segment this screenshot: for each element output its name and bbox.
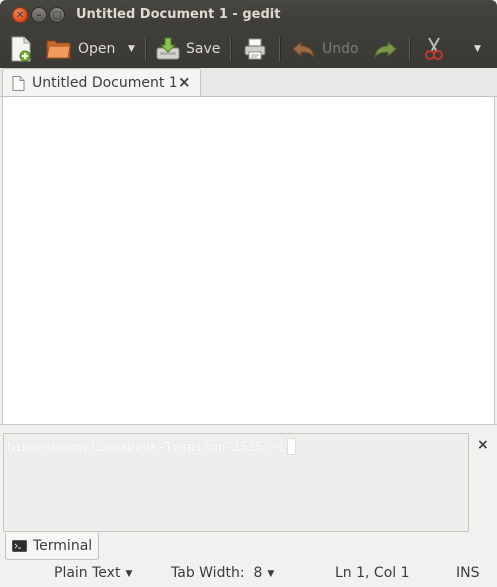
chevron-down-icon: ▼ bbox=[128, 44, 135, 54]
open-recent-dropdown[interactable]: ▼ bbox=[128, 30, 135, 68]
undo-button[interactable]: Undo bbox=[292, 30, 359, 68]
text-editor-area[interactable] bbox=[2, 97, 495, 424]
text-document-icon bbox=[12, 76, 25, 91]
tab-label: Untitled Document 1 bbox=[32, 75, 178, 91]
close-icon[interactable]: × bbox=[477, 437, 489, 453]
folder-icon bbox=[46, 40, 71, 59]
redo-button[interactable] bbox=[373, 30, 397, 68]
tab-untitled-document-1[interactable]: Untitled Document 1 × bbox=[2, 68, 201, 96]
save-label: Save bbox=[186, 41, 221, 57]
terminal-cursor bbox=[287, 438, 297, 455]
terminal-prompt: himanshu@mylinuxbook-Inspiron-1525:~$ bbox=[7, 438, 297, 455]
undo-label: Undo bbox=[322, 41, 359, 57]
toolbar-separator bbox=[230, 37, 232, 61]
save-icon bbox=[156, 37, 180, 60]
toolbar-separator bbox=[279, 37, 281, 61]
terminal-icon bbox=[12, 540, 27, 552]
window-close-button[interactable]: ✕ bbox=[12, 7, 28, 23]
tab-terminal[interactable]: Terminal bbox=[5, 533, 99, 560]
chevron-down-icon: ▼ bbox=[474, 44, 481, 54]
cut-icon bbox=[425, 37, 443, 60]
undo-icon bbox=[292, 40, 315, 58]
status-bar: Plain Text ▼ Tab Width: 8 ▼ Ln 1, Col 1 IN… bbox=[0, 560, 497, 587]
terminal-view[interactable]: himanshu@mylinuxbook-Inspiron-1525:~$ bbox=[3, 433, 469, 532]
cursor-position: Ln 1, Col 1 bbox=[335, 565, 410, 581]
language-selector[interactable]: Plain Text ▼ bbox=[54, 565, 132, 581]
cut-button[interactable] bbox=[424, 30, 444, 68]
tab-label: Terminal bbox=[33, 538, 93, 554]
language-label: Plain Text bbox=[54, 565, 121, 581]
toolbar-separator bbox=[409, 37, 411, 61]
tab-width-selector[interactable]: Tab Width: 8 ▼ bbox=[171, 565, 274, 581]
new-document-icon bbox=[11, 36, 31, 62]
chevron-down-icon: ▼ bbox=[125, 569, 133, 579]
print-button[interactable] bbox=[244, 30, 266, 68]
title-bar: ✕ – □ Untitled Document 1 - gedit bbox=[0, 0, 497, 30]
toolbar-separator bbox=[145, 37, 147, 61]
tab-width-label: Tab Width: 8 bbox=[171, 565, 263, 581]
open-label: Open bbox=[78, 41, 116, 57]
window-title: Untitled Document 1 - gedit bbox=[76, 7, 281, 22]
close-icon[interactable]: × bbox=[178, 73, 191, 91]
window-minimize-button[interactable]: – bbox=[31, 7, 47, 23]
document-tab-strip: Untitled Document 1 × bbox=[0, 68, 497, 97]
save-button[interactable]: Save bbox=[156, 30, 220, 68]
toolbar-overflow-dropdown[interactable]: ▼ bbox=[474, 30, 481, 68]
chevron-down-icon: ▼ bbox=[267, 569, 275, 579]
window-maximize-button[interactable]: □ bbox=[49, 7, 65, 23]
new-button[interactable] bbox=[10, 30, 32, 68]
insert-mode-indicator: INS bbox=[456, 565, 480, 581]
print-icon bbox=[244, 38, 266, 60]
panel-divider[interactable] bbox=[0, 424, 497, 431]
redo-icon bbox=[374, 40, 397, 58]
open-button[interactable]: Open bbox=[46, 30, 115, 68]
toolbar: Open ▼ Save Undo ▼ bbox=[0, 30, 497, 68]
